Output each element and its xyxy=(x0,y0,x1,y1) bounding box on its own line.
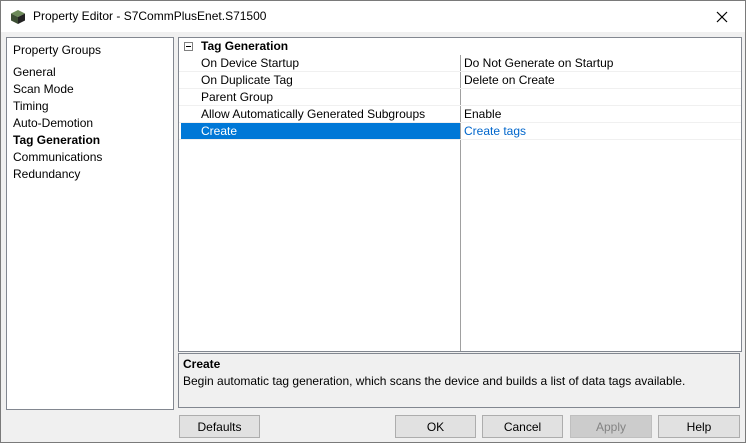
section-header: Tag Generation xyxy=(179,38,741,55)
property-row[interactable]: On Device Startup Do Not Generate on Sta… xyxy=(179,55,741,72)
property-groups-list: General Scan Mode Timing Auto-Demotion T… xyxy=(13,64,102,183)
description-text: Begin automatic tag generation, which sc… xyxy=(183,374,686,388)
property-value[interactable]: Do Not Generate on Startup xyxy=(461,55,741,71)
ok-button[interactable]: OK xyxy=(395,415,476,438)
group-item-redundancy[interactable]: Redundancy xyxy=(13,166,102,183)
property-groups-header: Property Groups xyxy=(13,43,102,57)
group-item-scan-mode[interactable]: Scan Mode xyxy=(13,81,102,98)
property-name[interactable]: Allow Automatically Generated Subgroups xyxy=(181,106,460,122)
property-groups-panel: Property Groups General Scan Mode Timing… xyxy=(6,37,174,410)
property-editor-window: Property Editor - S7CommPlusEnet.S71500 … xyxy=(0,0,746,443)
group-item-tag-generation[interactable]: Tag Generation xyxy=(13,132,102,149)
property-value[interactable] xyxy=(461,89,741,105)
apply-button[interactable]: Apply xyxy=(570,415,652,438)
property-grid: Tag Generation On Device Startup Do Not … xyxy=(178,37,742,352)
description-title: Create xyxy=(183,357,221,371)
close-icon xyxy=(716,11,728,22)
property-name[interactable]: On Duplicate Tag xyxy=(181,72,460,88)
property-value[interactable]: Delete on Create xyxy=(461,72,741,88)
property-row[interactable]: Allow Automatically Generated Subgroups … xyxy=(179,106,741,123)
collapse-minus-icon[interactable] xyxy=(184,42,193,51)
property-row-selected[interactable]: Create Create tags xyxy=(179,123,741,140)
title-bar[interactable]: Property Editor - S7CommPlusEnet.S71500 xyxy=(1,1,745,32)
description-panel: Create Begin automatic tag generation, w… xyxy=(178,353,740,408)
close-button[interactable] xyxy=(699,1,745,32)
group-item-general[interactable]: General xyxy=(13,64,102,81)
group-item-communications[interactable]: Communications xyxy=(13,149,102,166)
section-title: Tag Generation xyxy=(201,39,289,53)
cancel-button[interactable]: Cancel xyxy=(482,415,563,438)
property-name[interactable]: Create xyxy=(181,123,460,139)
property-name[interactable]: Parent Group xyxy=(181,89,460,105)
create-tags-link[interactable]: Create tags xyxy=(461,123,741,139)
window-title: Property Editor - S7CommPlusEnet.S71500 xyxy=(33,9,267,23)
property-row[interactable]: On Duplicate Tag Delete on Create xyxy=(179,72,741,89)
property-editor-cube-icon xyxy=(11,10,25,24)
property-name[interactable]: On Device Startup xyxy=(181,55,460,71)
group-item-timing[interactable]: Timing xyxy=(13,98,102,115)
property-row[interactable]: Parent Group xyxy=(179,89,741,106)
defaults-button[interactable]: Defaults xyxy=(179,415,260,438)
group-item-auto-demotion[interactable]: Auto-Demotion xyxy=(13,115,102,132)
property-value[interactable]: Enable xyxy=(461,106,741,122)
help-button[interactable]: Help xyxy=(658,415,740,438)
